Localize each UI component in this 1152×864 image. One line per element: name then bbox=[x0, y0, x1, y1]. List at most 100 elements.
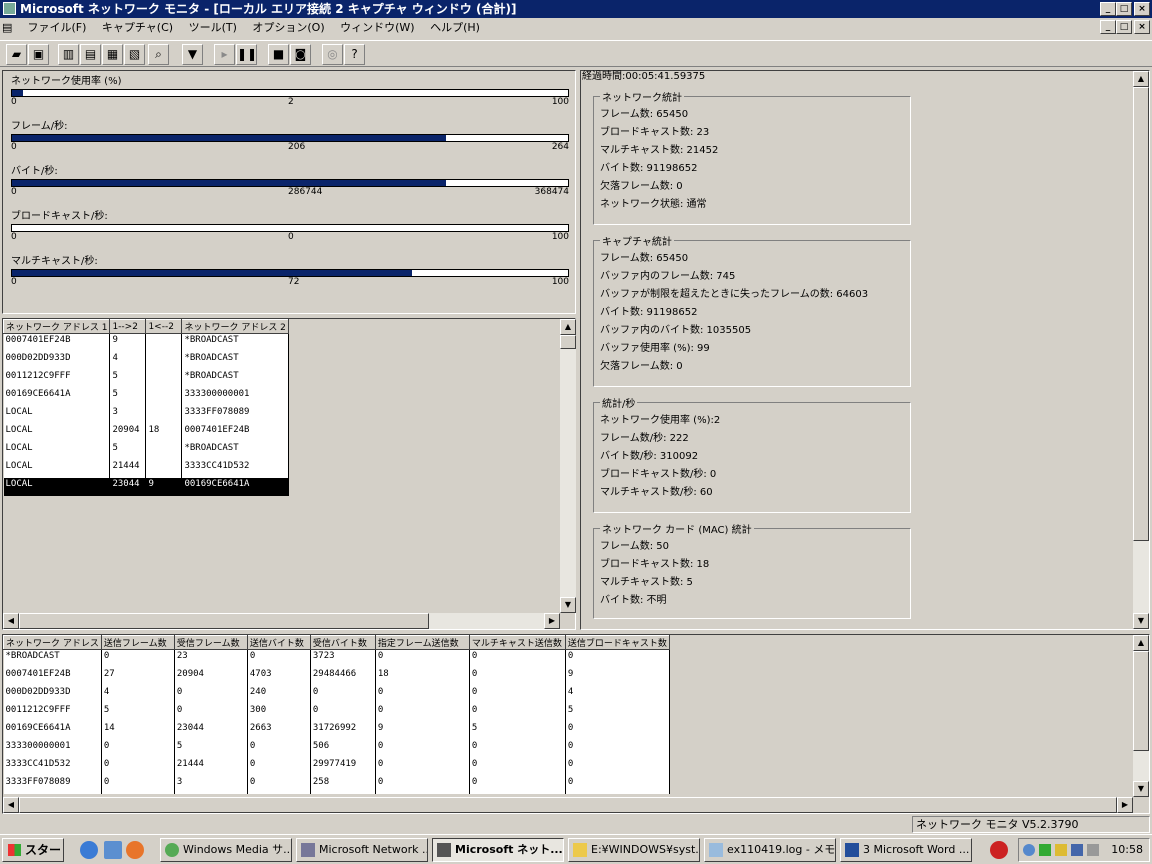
task-notepad[interactable]: ex110419.log - メモ... bbox=[704, 838, 836, 862]
warning-icon[interactable] bbox=[1055, 844, 1067, 856]
menu-window[interactable]: ウィンドウ(W) bbox=[334, 18, 420, 37]
col-address-2[interactable]: ネットワーク アドレス 2 bbox=[181, 319, 289, 334]
menu-help[interactable]: ヘルプ(H) bbox=[424, 18, 486, 37]
scroll-thumb[interactable] bbox=[560, 335, 576, 349]
task-netmon-active[interactable]: Microsoft ネット... bbox=[432, 838, 564, 862]
task-word-group[interactable]: 3 Microsoft Word ... bbox=[840, 838, 972, 862]
help-icon[interactable]: ? bbox=[344, 44, 365, 65]
tick-mid: 0 bbox=[288, 232, 294, 242]
menu-options[interactable]: オプション(O) bbox=[246, 18, 330, 37]
col-2-to-1[interactable]: 1<--2 bbox=[145, 319, 183, 334]
col-network-address[interactable]: ネットワーク アドレス bbox=[3, 635, 102, 650]
capture-filter-icon[interactable]: ▼ bbox=[182, 44, 203, 65]
table-row[interactable]: *BROADCAST 0 23 0 3723 0 0 0 bbox=[3, 649, 670, 668]
child-close-icon[interactable]: × bbox=[1134, 20, 1150, 34]
session-hscroll[interactable]: ◀ ▶ bbox=[3, 613, 560, 629]
total-stats-toggle-icon[interactable]: ▧ bbox=[124, 44, 145, 65]
ie-icon[interactable] bbox=[80, 841, 98, 859]
menu-capture[interactable]: キャプチャ(C) bbox=[96, 18, 179, 37]
settings-icon[interactable] bbox=[1023, 844, 1035, 856]
firefox-icon[interactable] bbox=[126, 841, 144, 859]
table-row[interactable]: 000D02DD933D 4 0 240 0 0 0 4 bbox=[3, 685, 670, 704]
scroll-thumb[interactable] bbox=[19, 797, 1117, 813]
col-multicasts-sent[interactable]: マルチキャスト送信数 bbox=[468, 635, 566, 650]
outlook-express-icon[interactable] bbox=[104, 841, 122, 859]
stop-and-view-icon[interactable]: ◙ bbox=[290, 44, 311, 65]
scroll-up-icon[interactable]: ▲ bbox=[560, 319, 576, 335]
table-row[interactable]: 333300000001 0 5 0 506 0 0 0 bbox=[3, 739, 670, 758]
scroll-left-icon[interactable]: ◀ bbox=[3, 797, 19, 813]
stat-row: ブロードキャスト数: 23 bbox=[600, 127, 710, 138]
menu-file[interactable]: ファイル(F) bbox=[22, 18, 93, 37]
version-status: ネットワーク モニタ V5.2.3790 bbox=[912, 816, 1150, 833]
task-netmon-1[interactable]: Microsoft Network ... bbox=[296, 838, 428, 862]
child-restore-icon[interactable]: □ bbox=[1116, 20, 1132, 34]
table-row[interactable]: 0007401EF24B 27 20904 4703 29484466 18 0 9 bbox=[3, 667, 670, 686]
task-explorer-folder[interactable]: E:¥WINDOWS¥syst... bbox=[568, 838, 700, 862]
scroll-left-icon[interactable]: ◀ bbox=[3, 613, 19, 629]
station-vscroll[interactable]: ▲ ▼ bbox=[1133, 635, 1149, 797]
station-hscroll[interactable]: ◀ ▶ bbox=[3, 797, 1133, 813]
scroll-down-icon[interactable]: ▼ bbox=[560, 597, 576, 613]
scroll-right-icon[interactable]: ▶ bbox=[544, 613, 560, 629]
table-row[interactable]: 00169CE6641A 5 333300000001 bbox=[3, 387, 289, 406]
stats-vscroll[interactable]: ▲ ▼ bbox=[1133, 71, 1149, 629]
menu-tools[interactable]: ツール(T) bbox=[183, 18, 243, 37]
close-icon[interactable]: × bbox=[1134, 2, 1150, 16]
scroll-down-icon[interactable]: ▼ bbox=[1133, 781, 1149, 797]
station-pane-toggle-icon[interactable]: ▦ bbox=[102, 44, 123, 65]
start-button[interactable]: スタート bbox=[2, 838, 64, 862]
start-capture-icon[interactable]: ▸ bbox=[214, 44, 235, 65]
graph-pane-toggle-icon[interactable]: ▥ bbox=[58, 44, 79, 65]
scroll-up-icon[interactable]: ▲ bbox=[1133, 635, 1149, 651]
netmon-app-icon[interactable] bbox=[3, 2, 16, 15]
col-frames-sent[interactable]: 送信フレーム数 bbox=[100, 635, 175, 650]
scroll-thumb[interactable] bbox=[1133, 87, 1149, 541]
network-icon[interactable] bbox=[1039, 844, 1051, 856]
scroll-thumb[interactable] bbox=[1133, 651, 1149, 751]
scroll-right-icon[interactable]: ▶ bbox=[1117, 797, 1133, 813]
scroll-up-icon[interactable]: ▲ bbox=[1133, 71, 1149, 87]
minimize-icon[interactable]: _ bbox=[1100, 2, 1116, 16]
col-directed-frames-sent[interactable]: 指定フレーム送信数 bbox=[374, 635, 470, 650]
pause-capture-icon[interactable]: ❚❚ bbox=[236, 44, 257, 65]
col-frames-received[interactable]: 受信フレーム数 bbox=[173, 635, 248, 650]
save-icon[interactable]: ▣ bbox=[28, 44, 49, 65]
tray-security-icon[interactable] bbox=[990, 841, 1008, 859]
stop-capture-icon[interactable]: ■ bbox=[268, 44, 289, 65]
device-icon[interactable] bbox=[1071, 844, 1083, 856]
col-bytes-sent[interactable]: 送信バイト数 bbox=[246, 635, 311, 650]
col-address-1[interactable]: ネットワーク アドレス 1 bbox=[2, 319, 111, 334]
table-row[interactable]: 000D02DD933D 4 *BROADCAST bbox=[3, 351, 289, 370]
child-minimize-icon[interactable]: _ bbox=[1100, 20, 1116, 34]
table-row[interactable]: 0011212C9FFF 5 *BROADCAST bbox=[3, 369, 289, 388]
table-row[interactable]: 0011212C9FFF 5 0 300 0 0 0 5 bbox=[3, 703, 670, 722]
scroll-down-icon[interactable]: ▼ bbox=[1133, 613, 1149, 629]
maximize-icon[interactable]: □ bbox=[1116, 2, 1132, 16]
table-row[interactable]: LOCAL 21444 3333CC41D532 bbox=[3, 459, 289, 478]
table-row[interactable]: 00169CE6641A 14 23044 2663 31726992 9 5 0 bbox=[3, 721, 670, 740]
table-row[interactable]: LOCAL 20904 18 0007401EF24B bbox=[3, 423, 289, 442]
session-vscroll[interactable]: ▲ ▼ bbox=[560, 319, 576, 613]
document-icon[interactable]: ▤ bbox=[0, 18, 18, 37]
volume-icon[interactable] bbox=[1087, 844, 1099, 856]
menu-bar: ▤ ファイル(F) キャプチャ(C) ツール(T) オプション(O) ウィンドウ… bbox=[0, 18, 1152, 37]
table-row[interactable]: 0007401EF24B 9 *BROADCAST bbox=[3, 333, 289, 352]
table-row[interactable]: LOCAL 5 *BROADCAST bbox=[3, 441, 289, 460]
table-cell: 0 bbox=[565, 721, 670, 740]
col-bytes-received[interactable]: 受信バイト数 bbox=[309, 635, 376, 650]
table-row[interactable]: LOCAL 3 3333FF078089 bbox=[3, 405, 289, 424]
col-1-to-2[interactable]: 1-->2 bbox=[109, 319, 147, 334]
bytes-bar bbox=[11, 179, 569, 187]
scroll-thumb[interactable] bbox=[19, 613, 429, 629]
task-windows-media[interactable]: Windows Media サ... bbox=[160, 838, 292, 862]
table-row[interactable]: 3333CC41D532 0 21444 0 29977419 0 0 0 bbox=[3, 757, 670, 776]
table-row[interactable]: LOCAL 23044 9 00169CE6641A bbox=[3, 477, 289, 496]
graph-multicasts-per-sec: マルチキャスト/秒: 0 72 100 bbox=[11, 255, 569, 288]
zoom-search-icon[interactable]: ⌕ bbox=[148, 44, 169, 65]
view-captured-data-icon[interactable]: ◎ bbox=[322, 44, 343, 65]
open-icon[interactable]: ▰ bbox=[6, 44, 27, 65]
table-row[interactable]: 3333FF078089 0 3 0 258 0 0 0 bbox=[3, 775, 670, 794]
col-broadcasts-sent[interactable]: 送信ブロードキャスト数 bbox=[564, 635, 670, 650]
session-pane-toggle-icon[interactable]: ▤ bbox=[80, 44, 101, 65]
